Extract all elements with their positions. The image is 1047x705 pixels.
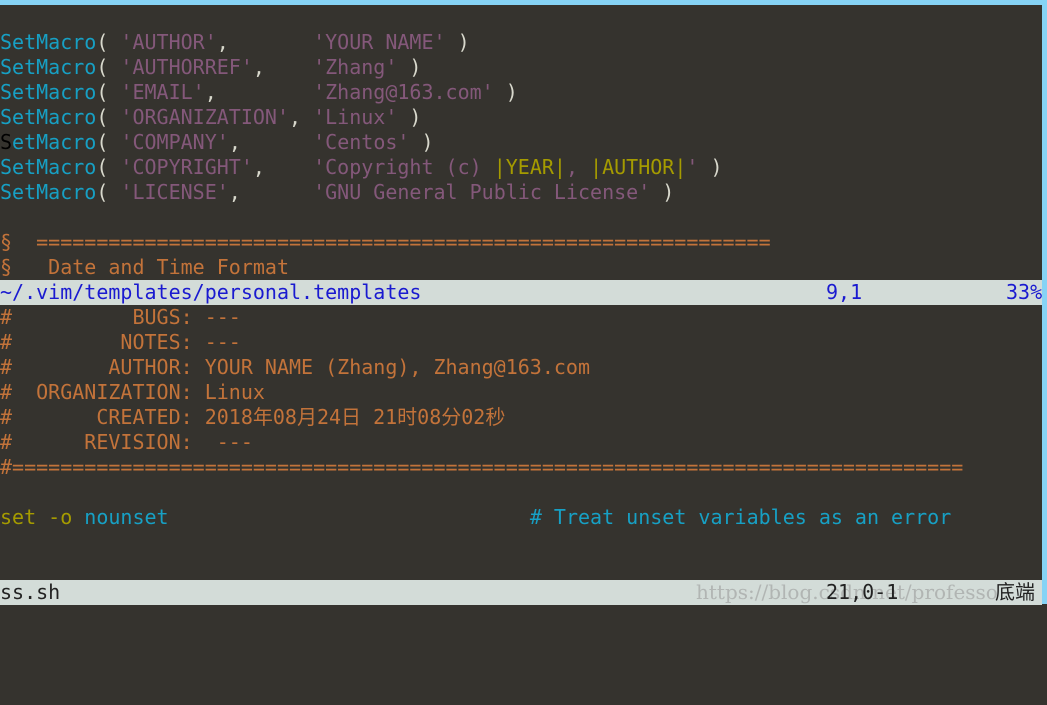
code-token: , bbox=[216, 30, 314, 54]
code-token: #=======================================… bbox=[0, 455, 964, 479]
code-token: |AUTHOR| bbox=[590, 155, 687, 179]
code-token: 'Linux' bbox=[313, 105, 398, 129]
code-token: SetMacro bbox=[0, 105, 97, 129]
code-token: # REVISION: --- bbox=[0, 430, 253, 454]
code-token: 'Zhang@163.com' bbox=[313, 80, 494, 104]
code-line[interactable]: SetMacro( 'COMPANY', 'Centos' ) bbox=[0, 130, 434, 155]
window-right-border bbox=[1042, 0, 1047, 604]
window-top-border bbox=[0, 0, 1047, 5]
code-line[interactable]: # CREATED: 2018年08月24日 21时08分02秒 bbox=[0, 405, 505, 430]
code-token: 'LICENSE' bbox=[120, 180, 229, 204]
code-token: 'YOUR NAME' bbox=[313, 30, 446, 54]
code-token: # ORGANIZATION: Linux bbox=[0, 380, 265, 404]
code-token: 'COPYRIGHT' bbox=[120, 155, 253, 179]
code-token: ) bbox=[493, 80, 518, 104]
code-token: ( bbox=[96, 105, 121, 129]
status-scroll-percent: 33% bbox=[1006, 280, 1043, 304]
code-line[interactable]: SetMacro( 'ORGANIZATION', 'Linux' ) bbox=[0, 105, 421, 130]
code-token: , bbox=[252, 155, 314, 179]
code-token: ) bbox=[397, 105, 422, 129]
code-token: SetMacro bbox=[0, 180, 97, 204]
code-token: # BUGS: --- bbox=[0, 305, 241, 329]
code-line[interactable]: set -o nounset # Treat unset variables a… bbox=[0, 505, 951, 530]
code-token: 'AUTHOR' bbox=[120, 30, 217, 54]
code-token: ( bbox=[96, 80, 121, 104]
code-token: SetMacro bbox=[0, 155, 97, 179]
code-line[interactable]: SetMacro( 'AUTHOR', 'YOUR NAME' ) bbox=[0, 30, 470, 55]
code-token: 'ORGANIZATION' bbox=[120, 105, 289, 129]
code-token: # AUTHOR: YOUR NAME (Zhang), Zhang@163.c… bbox=[0, 355, 591, 379]
code-token: SetMacro bbox=[0, 30, 97, 54]
code-token: SetMacro bbox=[0, 80, 97, 104]
code-token: 'COMPANY' bbox=[120, 130, 229, 154]
text-cursor: S bbox=[0, 130, 13, 154]
code-line[interactable]: § ======================================… bbox=[0, 230, 771, 255]
code-token: 'Copyright (c) bbox=[313, 155, 494, 179]
code-token: etMacro bbox=[12, 130, 97, 154]
code-token: |YEAR| bbox=[493, 155, 566, 179]
code-token: ( bbox=[96, 155, 121, 179]
status-cursor-position: 9,1 bbox=[826, 280, 863, 304]
code-token: , bbox=[228, 180, 314, 204]
code-token: ' bbox=[686, 155, 699, 179]
code-line[interactable]: # BUGS: --- bbox=[0, 305, 241, 330]
status-filename: ss.sh bbox=[0, 580, 61, 604]
code-token: , bbox=[252, 55, 314, 79]
code-line[interactable]: SetMacro( 'COPYRIGHT', 'Copyright (c) |Y… bbox=[0, 155, 723, 180]
code-token: § Date and Time Format bbox=[0, 255, 289, 279]
lower-status-line: https://blog.csdn.net/professo ss.sh 21,… bbox=[0, 580, 1042, 605]
code-line[interactable]: # AUTHOR: YOUR NAME (Zhang), Zhang@163.c… bbox=[0, 355, 590, 380]
code-token: 'AUTHORREF' bbox=[120, 55, 253, 79]
code-token: , bbox=[565, 155, 591, 179]
code-token: # CREATED: 2018年08月24日 21时08分02秒 bbox=[0, 405, 506, 429]
code-token: set -o bbox=[0, 505, 73, 529]
code-line[interactable]: SetMacro( 'LICENSE', 'GNU General Public… bbox=[0, 180, 674, 205]
code-token: , bbox=[289, 105, 314, 129]
code-line[interactable]: # NOTES: --- bbox=[0, 330, 241, 355]
upper-status-line: ~/.vim/templates/personal.templates 9,1 … bbox=[0, 280, 1042, 305]
code-line[interactable]: SetMacro( 'AUTHORREF', 'Zhang' ) bbox=[0, 55, 421, 80]
code-token: ( bbox=[96, 30, 121, 54]
status-cursor-position: 21,0-1 bbox=[826, 580, 899, 604]
code-token: # Treat unset variables as an error bbox=[529, 505, 952, 529]
code-token: SetMacro bbox=[0, 55, 97, 79]
code-token: ( bbox=[96, 180, 121, 204]
code-token: ( bbox=[96, 55, 121, 79]
code-line[interactable]: # ORGANIZATION: Linux bbox=[0, 380, 265, 405]
code-token: ) bbox=[445, 30, 470, 54]
code-token: ) bbox=[698, 155, 723, 179]
code-line[interactable]: #=======================================… bbox=[0, 455, 963, 480]
code-token: , bbox=[204, 80, 314, 104]
code-token: 'EMAIL' bbox=[120, 80, 205, 104]
code-line[interactable]: § Date and Time Format bbox=[0, 255, 289, 280]
code-line[interactable]: # REVISION: --- bbox=[0, 430, 253, 455]
code-line[interactable]: SetMacro( 'EMAIL', 'Zhang@163.com' ) bbox=[0, 80, 518, 105]
code-token: ) bbox=[397, 55, 422, 79]
code-token: ) bbox=[409, 130, 434, 154]
code-token: 'Zhang' bbox=[313, 55, 398, 79]
status-scroll-position: 底端 bbox=[995, 580, 1035, 604]
code-token: 'GNU General Public License' bbox=[313, 180, 651, 204]
status-filename: ~/.vim/templates/personal.templates bbox=[0, 280, 422, 304]
code-token: 'Centos' bbox=[313, 130, 410, 154]
code-token: , bbox=[228, 130, 314, 154]
code-token: ( bbox=[96, 130, 121, 154]
code-token: nounset bbox=[84, 505, 169, 529]
code-token: # NOTES: --- bbox=[0, 330, 241, 354]
code-token: ) bbox=[650, 180, 675, 204]
code-token: § ======================================… bbox=[0, 230, 771, 254]
